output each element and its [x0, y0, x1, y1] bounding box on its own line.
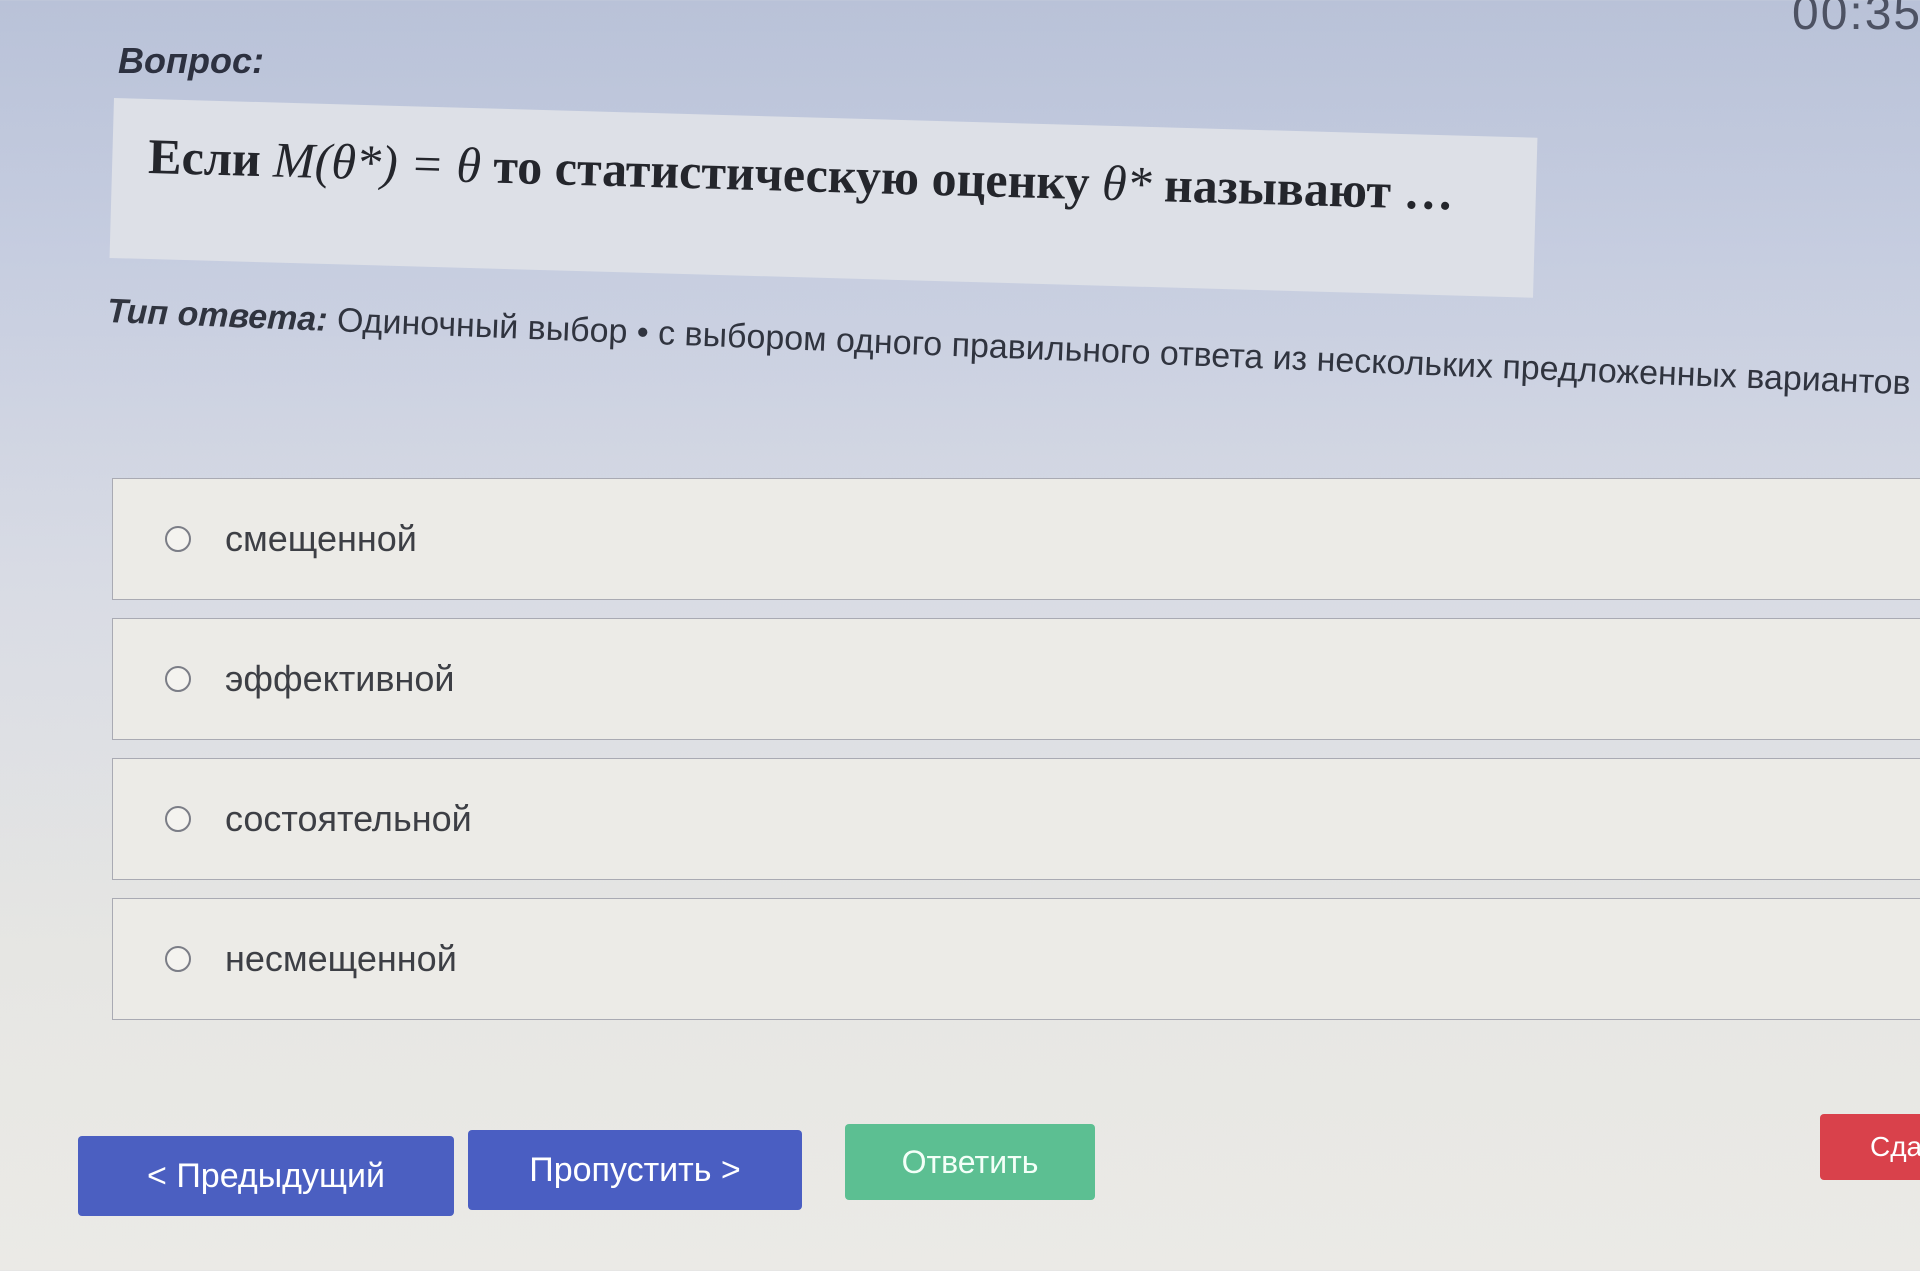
timer: 00:35	[1792, 0, 1920, 40]
answer-option[interactable]: состоятельной	[112, 758, 1920, 880]
question-formula: M(θ*) = θ	[272, 131, 482, 194]
answer-option-label: несмещенной	[225, 938, 457, 979]
radio-button[interactable]	[165, 806, 191, 832]
answer-option-label: состоятельной	[225, 798, 472, 839]
radio-button[interactable]	[165, 666, 191, 692]
answer-option-label: эффективной	[225, 658, 455, 699]
question-text-prefix: Если	[147, 127, 262, 188]
answer-option[interactable]: смещенной	[112, 478, 1920, 600]
answer-option[interactable]: эффективной	[112, 618, 1920, 740]
submit-button[interactable]: Сдать	[1820, 1114, 1920, 1180]
answer-button[interactable]: Ответить	[845, 1124, 1095, 1200]
answer-type-value: Одиночный выбор • с выбором одного прави…	[336, 301, 1912, 403]
answer-option-label: смещенной	[225, 518, 417, 559]
answer-type-label: Тип ответа:	[106, 292, 329, 339]
question-text-suffix: называют …	[1163, 156, 1455, 221]
question-label: Вопрос:	[118, 40, 264, 81]
question-box: Если M(θ*) = θ то статистическую оценку …	[109, 98, 1538, 298]
answer-options: смещенной эффективной состоятельной несм…	[112, 478, 1920, 1038]
question-text-middle: то статистическую оценку	[492, 137, 1091, 211]
skip-button[interactable]: Пропустить >	[468, 1130, 802, 1210]
previous-button[interactable]: < Предыдущий	[78, 1136, 454, 1216]
answer-type: Тип ответа: Одиночный выбор • с выбором …	[106, 292, 1911, 403]
radio-button[interactable]	[165, 946, 191, 972]
radio-button[interactable]	[165, 526, 191, 552]
question-estimator: θ*	[1101, 154, 1153, 212]
answer-option[interactable]: несмещенной	[112, 898, 1920, 1020]
